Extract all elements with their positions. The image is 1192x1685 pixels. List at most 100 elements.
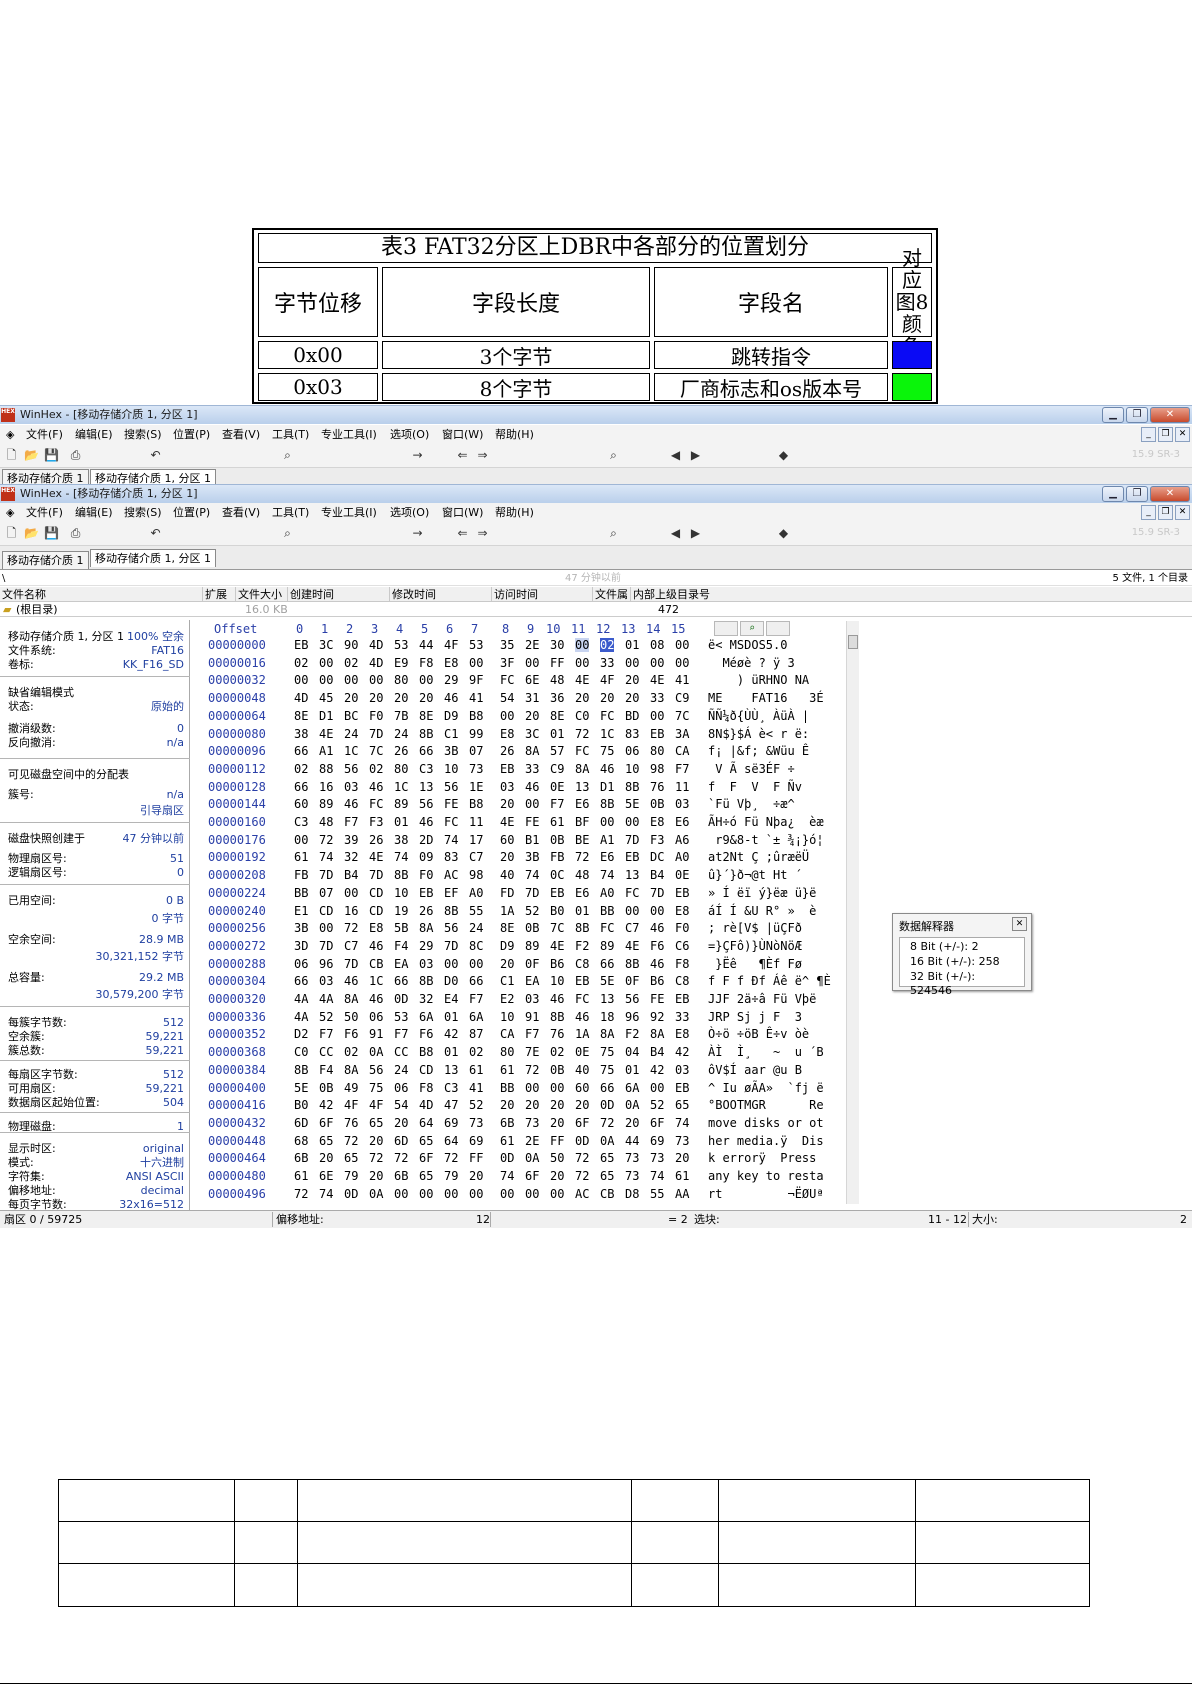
hex-byte[interactable]: 56 (444, 780, 458, 794)
hex-byte[interactable]: 60 (500, 833, 514, 847)
hex-row-ascii[interactable]: V Ã së3ÉF ÷ (708, 762, 794, 776)
hex-byte[interactable]: FC (575, 744, 589, 758)
hex-byte[interactable]: 41 (469, 691, 483, 705)
hex-byte[interactable]: BB (500, 1081, 514, 1095)
hex-byte[interactable]: 42 (650, 1063, 664, 1077)
hex-row-ascii[interactable]: at2Nt Ç ;ûræëÜ (708, 850, 809, 864)
outer-window-titlebar[interactable]: HEX WinHex - [移动存储介质 1, 分区 1] ▁ ❐ ✕ (0, 405, 1192, 424)
hex-byte[interactable]: 39 (344, 833, 358, 847)
hex-row[interactable]: 00000224 BB 07 00 CD 10 EB EF A0 FD 7D EB E6 A0 FC 7D EB… (194, 886, 854, 904)
hex-byte[interactable]: AC (444, 868, 458, 882)
outer-menu-edit[interactable]: 编辑(E) (75, 425, 113, 444)
hex-byte[interactable]: F0 (675, 921, 689, 935)
hex-byte[interactable]: 01 (444, 1045, 458, 1059)
hex-byte[interactable]: 46 (575, 1010, 589, 1024)
hex-byte[interactable]: EB (575, 974, 589, 988)
hex-byte[interactable]: 46 (369, 780, 383, 794)
hex-byte[interactable]: 46 (419, 815, 433, 829)
hex-byte[interactable]: 5E (294, 1081, 308, 1095)
hex-byte[interactable]: F7 (344, 815, 358, 829)
hex-byte[interactable]: 65 (419, 1169, 433, 1183)
hex-byte[interactable]: 07 (319, 886, 333, 900)
hex-byte[interactable]: 76 (650, 780, 664, 794)
hex-byte[interactable]: 8A (344, 992, 358, 1006)
hex-byte[interactable]: 20 (575, 691, 589, 705)
hex-byte[interactable]: FC (369, 797, 383, 811)
mdi-minimize-icon[interactable]: _ (1141, 505, 1156, 520)
hex-byte[interactable]: 8A (344, 1063, 358, 1077)
hex-byte[interactable]: 00 (319, 656, 333, 670)
hex-byte[interactable]: CB (369, 957, 383, 971)
hex-byte[interactable]: 46 (444, 691, 458, 705)
hex-byte[interactable]: 20 (500, 850, 514, 864)
hex-byte[interactable]: 8B (419, 727, 433, 741)
hex-byte[interactable]: 00 (319, 921, 333, 935)
hex-byte[interactable]: 13 (575, 780, 589, 794)
hex-byte[interactable]: E8 (650, 815, 664, 829)
hex-byte[interactable]: 64 (419, 1116, 433, 1130)
hex-byte[interactable]: F7 (394, 1027, 408, 1041)
hex-byte[interactable]: 00 (625, 815, 639, 829)
hex-byte[interactable]: 8B (550, 1010, 564, 1024)
goto-arrow-icon[interactable]: → (410, 448, 425, 463)
hex-byte[interactable]: 31 (525, 691, 539, 705)
hex-byte[interactable]: 55 (469, 904, 483, 918)
hex-byte[interactable]: 20 (500, 797, 514, 811)
hex-row[interactable]: 00000080 38 4E 24 7D 24 8B C1 99 E8 3C 01 72 1C 83 EB 3A… (194, 727, 854, 745)
hex-row[interactable]: 00000112 02 88 56 02 80 C3 10 73 EB 33 C9 8A 46 10 98 F7… (194, 762, 854, 780)
print-icon[interactable]: ⎙ (68, 448, 83, 463)
menu-tools[interactable]: 工具(T) (272, 503, 309, 522)
hex-byte[interactable]: 2E (525, 1134, 539, 1148)
hex-byte[interactable]: 8B (625, 957, 639, 971)
hex-byte[interactable]: 4E (500, 815, 514, 829)
hex-row[interactable]: 00000352 D2 F7 F6 91 F7 F6 42 87 CA F7 76 1A 8A F2 8A E8… (194, 1027, 854, 1045)
hex-byte[interactable]: 00 (369, 673, 383, 687)
hex-byte[interactable]: 72 (444, 1151, 458, 1165)
hex-row[interactable]: 00000336 4A 52 50 06 53 6A 01 6A 10 91 8B 46 18 96 92 33… (194, 1010, 854, 1028)
hex-byte[interactable]: EB (550, 886, 564, 900)
print-icon[interactable]: ⎙ (68, 526, 83, 541)
hex-byte[interactable]: D0 (444, 974, 458, 988)
hex-byte[interactable]: 00 (419, 673, 433, 687)
hex-row[interactable]: 00000496 72 74 0D 0A 00 00 00 00 00 00 00 AC CB D8 55 AA… (194, 1187, 854, 1204)
hex-byte[interactable]: 0B (650, 797, 664, 811)
hex-row-ascii[interactable]: =}ÇFô)}ÙNòNöÆ (708, 939, 802, 953)
hex-byte[interactable]: 16 (344, 904, 358, 918)
open-folder-icon[interactable]: 📂 (24, 448, 39, 463)
hex-byte[interactable]: 4E (369, 850, 383, 864)
hex-byte[interactable]: 3C (525, 727, 539, 741)
hex-byte[interactable]: D9 (500, 939, 514, 953)
hex-byte[interactable]: 00 (675, 656, 689, 670)
hex-byte[interactable]: 0B (525, 921, 539, 935)
hex-byte[interactable]: FC (600, 709, 614, 723)
hex-byte[interactable]: 8B (419, 974, 433, 988)
hex-row[interactable]: 00000016 02 00 02 4D E9 F8 E8 00 3F 00 FF 00 33 00 00 00… (194, 656, 854, 674)
hex-byte[interactable]: 44 (419, 638, 433, 652)
hex-byte[interactable]: C6 (675, 939, 689, 953)
hex-byte[interactable]: 02 (550, 1045, 564, 1059)
hex-byte[interactable]: 4E (625, 939, 639, 953)
hex-byte[interactable]: 20 (625, 673, 639, 687)
hex-byte[interactable]: 66 (294, 974, 308, 988)
hex-byte[interactable]: A0 (469, 886, 483, 900)
hex-byte[interactable]: 20 (500, 1098, 514, 1112)
hex-byte[interactable]: 83 (625, 727, 639, 741)
app-menu-icon[interactable]: ◈ (6, 425, 14, 444)
hex-byte[interactable]: 61 (550, 815, 564, 829)
search-magnifier-icon[interactable]: ⌕ (606, 448, 621, 463)
open-folder-icon[interactable]: 📂 (24, 526, 39, 541)
hex-byte[interactable]: 00 (650, 709, 664, 723)
hex-byte[interactable]: C3 (419, 762, 433, 776)
hex-byte[interactable]: 24 (469, 921, 483, 935)
hex-row-ascii[interactable]: ÑÑ¼ð{ÙÙ¸ ÀüÀ | (708, 709, 809, 723)
hex-byte[interactable]: D2 (294, 1027, 308, 1041)
hex-byte[interactable]: 74 (319, 850, 333, 864)
hex-byte[interactable]: 7D (369, 868, 383, 882)
hex-byte[interactable]: BF (575, 815, 589, 829)
hex-byte[interactable]: 18 (600, 1010, 614, 1024)
hex-byte[interactable]: 6A (625, 1081, 639, 1095)
hex-byte[interactable]: 04 (625, 1045, 639, 1059)
hex-byte[interactable]: 00 (550, 1187, 564, 1201)
scrollbar-thumb[interactable] (848, 635, 858, 649)
col-size[interactable]: 文件大小 (235, 587, 282, 602)
